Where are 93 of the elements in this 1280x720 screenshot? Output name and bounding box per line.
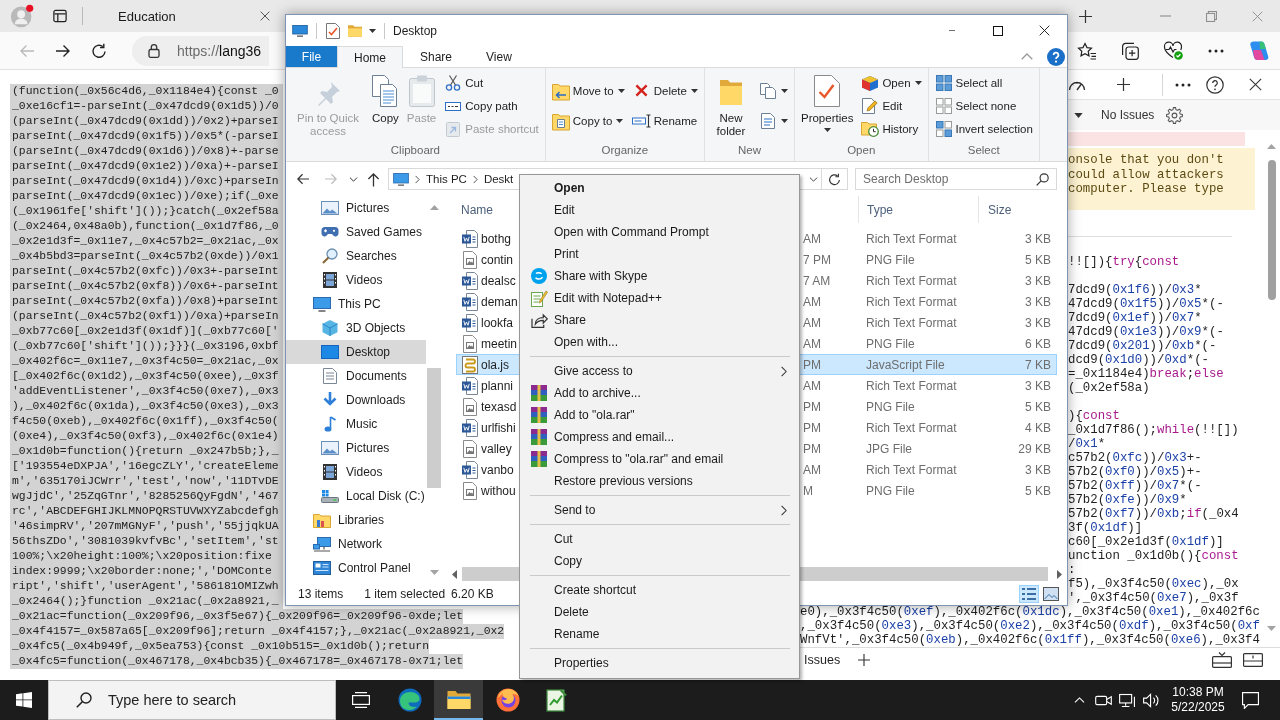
code-line: : bbox=[1068, 563, 1076, 577]
file-type: Rich Text Format bbox=[866, 462, 957, 477]
warning-text: could allow attackers bbox=[1068, 167, 1224, 182]
file-type: PNG File bbox=[866, 399, 915, 414]
warning-text: computer. Please type bbox=[1068, 182, 1224, 197]
code-line: c57b2(0xfc))/0x3+- bbox=[1068, 451, 1202, 465]
file-size: 3 KB bbox=[1025, 315, 1051, 330]
status-text: 1 item selected bbox=[364, 587, 446, 601]
code-line: e0),_0x3f4c50(0xef),_0x402f6c(0x1dc),_0x3f4c50(0xe1),_0x402f6c bbox=[800, 605, 1260, 619]
code-line: 3f(0x1df)] bbox=[1068, 521, 1143, 535]
file-name: meetin bbox=[481, 336, 518, 351]
table-cell: PM bbox=[803, 441, 821, 456]
file-size: 7 KB bbox=[1025, 357, 1051, 372]
file-size: 4 KB bbox=[1025, 420, 1051, 435]
file-size: 6 KB bbox=[1025, 336, 1051, 351]
code-line: =_0x1184e4)break;else bbox=[1068, 367, 1224, 381]
file-type: PNG File bbox=[866, 252, 915, 267]
table-cell: AM bbox=[803, 378, 821, 393]
code-line: 57b2(0xf0))/0x5)+- bbox=[1068, 465, 1202, 479]
code-line: 57b2(0xf7))/0xb;if(_0x4 bbox=[1068, 507, 1239, 521]
code-line: 7dcd9(0x201))/0xb*(- bbox=[1068, 339, 1217, 353]
status-text: 6.20 KB bbox=[451, 587, 494, 601]
warning-text: onsole that you don't bbox=[1068, 153, 1224, 168]
file-size: 5 KB bbox=[1025, 252, 1051, 267]
group-label: Organize bbox=[600, 143, 650, 158]
group-label: Select bbox=[966, 143, 1001, 158]
file-type: PNG File bbox=[866, 336, 915, 351]
table-cell: AM bbox=[803, 231, 821, 246]
file-name: contin bbox=[481, 252, 514, 267]
code-line: ',_0x3f4c50(0xe7),_0x3f bbox=[1068, 591, 1239, 605]
table-cell: AM bbox=[803, 336, 821, 351]
group-label: Clipboard bbox=[389, 143, 441, 158]
window-title: Desktop bbox=[393, 23, 438, 38]
group-label: Open bbox=[846, 143, 877, 158]
file-type: Rich Text Format bbox=[866, 315, 957, 330]
table-cell: PM bbox=[803, 357, 821, 372]
file-size: 3 KB bbox=[1025, 231, 1051, 246]
code-line: !![]){try{const bbox=[1068, 255, 1180, 269]
file-type: Rich Text Format bbox=[866, 420, 957, 435]
code-line: 47dcd9(0x1f5))/0x5*(- bbox=[1068, 297, 1224, 311]
file-size: 5 KB bbox=[1025, 483, 1051, 498]
table-cell: PM bbox=[803, 399, 821, 414]
clock-time: 10:38 PM bbox=[1171, 685, 1225, 700]
code-line: _0x1d7f86();while(!![]) bbox=[1068, 423, 1239, 437]
table-cell: AM bbox=[803, 294, 821, 309]
file-size: 29 KB bbox=[1018, 441, 1051, 456]
file-type: JPG File bbox=[866, 441, 912, 456]
file-name: deman bbox=[481, 294, 518, 309]
table-cell: 7 AM bbox=[803, 273, 831, 288]
code-line: 57b2(0xff))/0x7*(- bbox=[1068, 479, 1202, 493]
file-size: 3 KB bbox=[1025, 273, 1051, 288]
code-line: ){const bbox=[1068, 409, 1120, 423]
code-line: f5),_0x3f4c50(0xec),_0x bbox=[1068, 577, 1239, 591]
file-type: Rich Text Format bbox=[866, 294, 957, 309]
file-name: bothg bbox=[481, 231, 512, 246]
code-line: /0x1* bbox=[1068, 437, 1106, 451]
file-size: 3 KB bbox=[1025, 378, 1051, 393]
file-name: ola.js bbox=[481, 357, 509, 372]
file-name: texasd bbox=[481, 399, 517, 414]
file-type: JavaScript File bbox=[866, 357, 945, 372]
table-cell: AM bbox=[803, 462, 821, 477]
file-type: Rich Text Format bbox=[866, 231, 957, 246]
file-name: dealsc bbox=[481, 273, 516, 288]
code-line: (_0x2ef58a) bbox=[1068, 381, 1150, 395]
code-line: unction _0x1d0b(){const bbox=[1068, 549, 1239, 563]
file-type: PNG File bbox=[866, 483, 915, 498]
code-line: ,_0x3f4c50(0xe3),_0x3f4c50(0xe2),_0x3f4c50(0xdf),_0x3f4c50(0xf bbox=[800, 619, 1260, 633]
table-cell: PM bbox=[803, 420, 821, 435]
group-label: New bbox=[736, 143, 762, 158]
file-type: Rich Text Format bbox=[866, 378, 957, 393]
file-size: 3 KB bbox=[1025, 294, 1051, 309]
file-name: planni bbox=[481, 378, 514, 393]
code-line: 7dcd9(0x1f6))/0x3* bbox=[1068, 283, 1202, 297]
code-line: 7dcd9(0x1ef))/0x7* bbox=[1068, 311, 1202, 325]
table-cell: M bbox=[803, 483, 813, 498]
file-size: 5 KB bbox=[1025, 399, 1051, 414]
code-line: dcd9(0x1d0))/0xd*(- bbox=[1068, 353, 1209, 367]
code-line: 57b2(0xfe))/0x9* bbox=[1068, 493, 1187, 507]
table-cell: AM bbox=[803, 315, 821, 330]
file-type: Rich Text Format bbox=[866, 273, 957, 288]
code-line: WnfVt',_0x3f4c50(0xeb),_0x402f6c(0x1ff),_0x3f4c50(0xe6),_0x3f4 bbox=[800, 633, 1260, 647]
file-size: 3 KB bbox=[1025, 462, 1051, 477]
table-cell: 7 PM bbox=[803, 252, 831, 267]
file-name: vanbo bbox=[481, 462, 514, 477]
file-name: withou bbox=[481, 483, 516, 498]
status-text: 13 items bbox=[298, 587, 344, 601]
clock-date: 5/22/2025 bbox=[1170, 700, 1226, 715]
file-name: urlfishi bbox=[481, 420, 516, 435]
code-line: 47dcd9(0x1e3))/0x9*(- bbox=[1068, 325, 1224, 339]
file-name: lookfa bbox=[481, 315, 514, 330]
url-text: https://lang36 bbox=[177, 42, 262, 59]
code-line: c60[_0x2e1d3f(0x1df)] bbox=[1068, 535, 1224, 549]
file-name: valley bbox=[481, 441, 512, 456]
